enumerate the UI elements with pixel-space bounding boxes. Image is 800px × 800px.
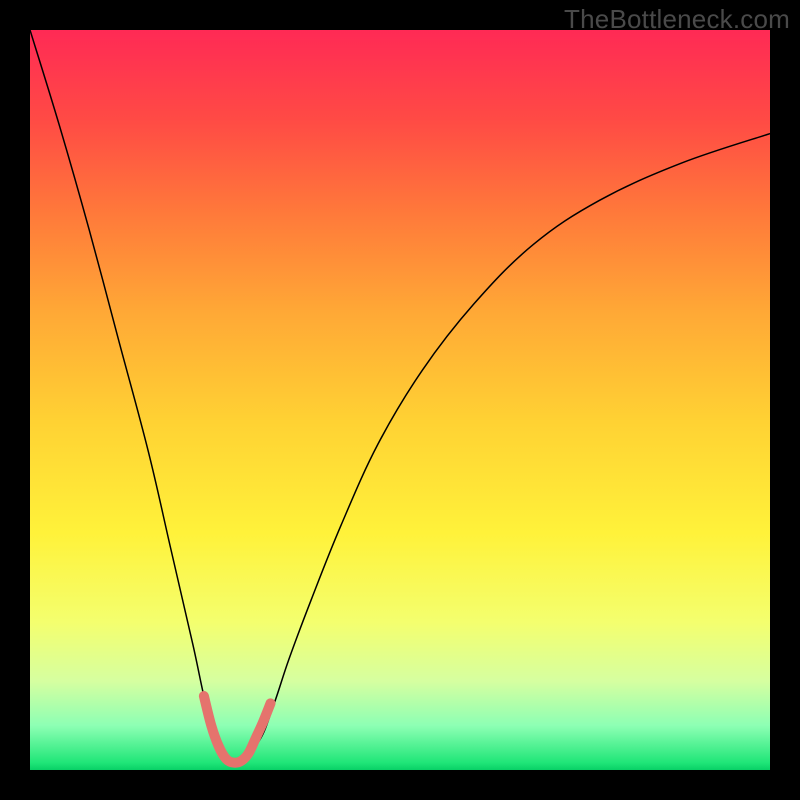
plot-area <box>30 30 770 770</box>
highlight-segment-path <box>204 696 271 763</box>
chart-container: TheBottleneck.com <box>0 0 800 800</box>
bottleneck-curve-path <box>30 30 770 765</box>
watermark-text: TheBottleneck.com <box>564 4 790 35</box>
curve-layer <box>30 30 770 770</box>
